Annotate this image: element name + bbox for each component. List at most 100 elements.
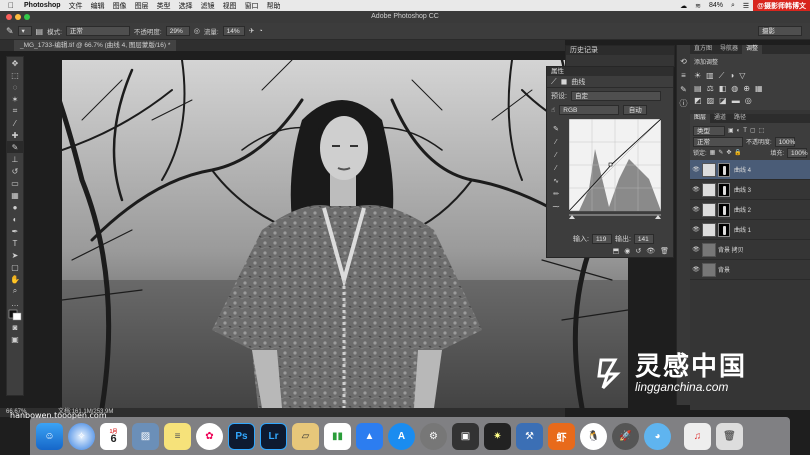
tab-paths[interactable]: 路径 <box>730 114 750 123</box>
photo-filter-icon[interactable]: ◍ <box>731 84 738 93</box>
photo-booth-icon[interactable]: ▣ <box>452 422 479 450</box>
layer-kind-filter[interactable]: 类型 <box>693 125 725 136</box>
menu-layer[interactable]: 图层 <box>131 1 153 11</box>
visibility-eye-icon[interactable]: 👁 <box>690 266 702 273</box>
move-tool-icon[interactable]: ✥ <box>7 57 23 69</box>
filter-smart-icon[interactable]: ⬚ <box>759 127 765 134</box>
properties-tab[interactable]: 属性 <box>551 68 564 75</box>
visibility-eye-icon[interactable]: 👁 <box>690 246 702 253</box>
finder-icon[interactable]: ☺ <box>36 422 63 450</box>
layer-mask-thumb[interactable] <box>718 222 730 237</box>
edit-points-icon[interactable]: ✎ <box>551 123 561 136</box>
opacity-input[interactable]: 29% <box>165 26 190 36</box>
target-adjust-icon[interactable]: ☝ <box>551 106 555 114</box>
visibility-icon[interactable]: 👁 <box>646 247 655 255</box>
black-white-icon[interactable]: ◧ <box>719 84 727 93</box>
color-lookup-icon[interactable]: ▦ <box>755 84 763 93</box>
brush-panel-icon[interactable]: ▤ <box>36 27 44 36</box>
brightness-icon[interactable]: ☀ <box>694 71 701 81</box>
numbers-icon[interactable]: ▮▮ <box>324 422 351 450</box>
history-tab[interactable]: 历史记录 <box>570 47 598 54</box>
pen-tool-icon[interactable]: ✒ <box>7 225 23 237</box>
dodge-icon[interactable]: ◐ <box>7 213 23 225</box>
menu-view[interactable]: 视图 <box>219 1 241 11</box>
layer-row[interactable]: 👁 曲线 2 <box>690 200 810 220</box>
path-select-icon[interactable]: ➤ <box>7 249 23 261</box>
delete-icon[interactable]: 🗑 <box>660 247 669 255</box>
filter-type-icon[interactable]: T <box>743 128 747 134</box>
input-value[interactable]: 119 <box>591 234 612 244</box>
color-balance-icon[interactable]: ⚖ <box>707 84 714 93</box>
exposure-icon[interactable]: ◑ <box>729 71 734 81</box>
more-tools-icon[interactable]: … <box>7 297 23 309</box>
keynote-icon[interactable]: ▱ <box>292 422 319 450</box>
layer-mask-thumb[interactable] <box>718 202 730 217</box>
brush-size-picker[interactable]: ▾ <box>17 26 32 36</box>
tab-adjustments[interactable]: 调整 <box>742 45 763 54</box>
mode-select[interactable]: 正常 <box>65 26 130 36</box>
eyedropper-black-icon[interactable]: ⁄ <box>551 136 561 149</box>
pressure-opacity-icon[interactable]: ◎ <box>194 27 200 35</box>
layer-row[interactable]: 👁 曲线 1 <box>690 220 810 240</box>
flow-input[interactable]: 14% <box>222 26 245 36</box>
visibility-eye-icon[interactable]: 👁 <box>690 186 702 193</box>
healing-brush-icon[interactable]: ✚ <box>7 129 23 141</box>
posterize-icon[interactable]: ▨ <box>707 96 715 105</box>
trash-icon[interactable]: 🗑 <box>716 422 743 450</box>
layer-mask-thumb[interactable] <box>718 182 730 197</box>
filter-pixel-icon[interactable]: ▣ <box>728 127 734 134</box>
photoshop-icon[interactable]: Ps <box>228 422 255 450</box>
layer-row[interactable]: 👁 背景 <box>690 260 810 280</box>
brush-presets-icon[interactable]: ✎ <box>677 83 690 97</box>
filter-adjust-icon[interactable]: ◐ <box>737 128 741 134</box>
brush-tool-icon[interactable]: ✎ <box>6 26 14 37</box>
eraser-icon[interactable]: ▭ <box>7 177 23 189</box>
output-value[interactable]: 141 <box>633 234 654 244</box>
type-tool-icon[interactable]: T <box>7 237 23 249</box>
hue-sat-icon[interactable]: ▤ <box>694 84 702 93</box>
lock-all-icon[interactable]: 🔒 <box>734 149 741 156</box>
levels-icon[interactable]: ▥ <box>706 71 714 81</box>
auto-button[interactable]: 自动 <box>623 105 648 115</box>
notes-icon[interactable]: ≡ <box>164 422 191 450</box>
xcode-icon[interactable]: ⚒ <box>516 422 543 450</box>
quick-mask-icon[interactable]: ◙ <box>7 321 23 333</box>
lock-pixels-icon[interactable]: ▦ <box>710 149 716 156</box>
invert-icon[interactable]: ◩ <box>694 96 702 105</box>
reset-icon[interactable]: ↺ <box>635 247 641 255</box>
lock-move-icon[interactable]: ✥ <box>726 149 731 156</box>
channel-mixer-icon[interactable]: ⊕ <box>743 84 750 93</box>
menu-edit[interactable]: 编辑 <box>87 1 109 11</box>
channel-select[interactable]: RGB <box>559 105 620 115</box>
search-icon[interactable]: ⌕ <box>727 2 739 10</box>
menu-window[interactable]: 窗口 <box>241 1 263 11</box>
vibrance-icon[interactable]: ▽ <box>739 71 745 81</box>
pressure-size-icon[interactable]: ◔ <box>259 28 263 35</box>
gradient-map-icon[interactable]: ▬ <box>732 96 740 105</box>
zoom-tool-icon[interactable]: ⌕ <box>7 285 23 297</box>
menu-select[interactable]: 选择 <box>175 1 197 11</box>
smooth-icon[interactable]: ⁓ <box>551 201 561 214</box>
layer-row[interactable]: 👁 曲线 4 <box>690 160 810 180</box>
tab-channels[interactable]: 通道 <box>710 114 730 123</box>
gradient-icon[interactable]: ▦ <box>7 189 23 201</box>
system-preferences-icon[interactable]: ⚙ <box>420 422 447 450</box>
menu-type[interactable]: 类型 <box>153 1 175 11</box>
xiami-icon[interactable]: 虾 <box>548 422 575 450</box>
tab-layers[interactable]: 图层 <box>690 114 711 123</box>
menu-app-name[interactable]: Photoshop <box>20 2 65 9</box>
visibility-eye-icon[interactable]: 👁 <box>690 166 702 173</box>
blur-icon[interactable]: ● <box>7 201 23 213</box>
menu-image[interactable]: 图像 <box>109 1 131 11</box>
eyedropper-white-icon[interactable]: ⁄ <box>551 162 561 175</box>
close-window-button[interactable] <box>6 14 12 20</box>
menu-file[interactable]: 文件 <box>65 1 87 11</box>
visibility-eye-icon[interactable]: 👁 <box>690 226 702 233</box>
color-swatches-icon[interactable] <box>7 309 23 321</box>
wifi-icon[interactable]: ≋ <box>691 2 705 10</box>
marquee-tool-icon[interactable]: ⬚ <box>7 69 23 81</box>
screen-mode-icon[interactable]: ▣ <box>7 333 23 345</box>
photos-icon[interactable]: ✿ <box>196 422 223 450</box>
menu-help[interactable]: 帮助 <box>263 1 285 11</box>
list-icon[interactable]: ☰ <box>739 2 753 10</box>
